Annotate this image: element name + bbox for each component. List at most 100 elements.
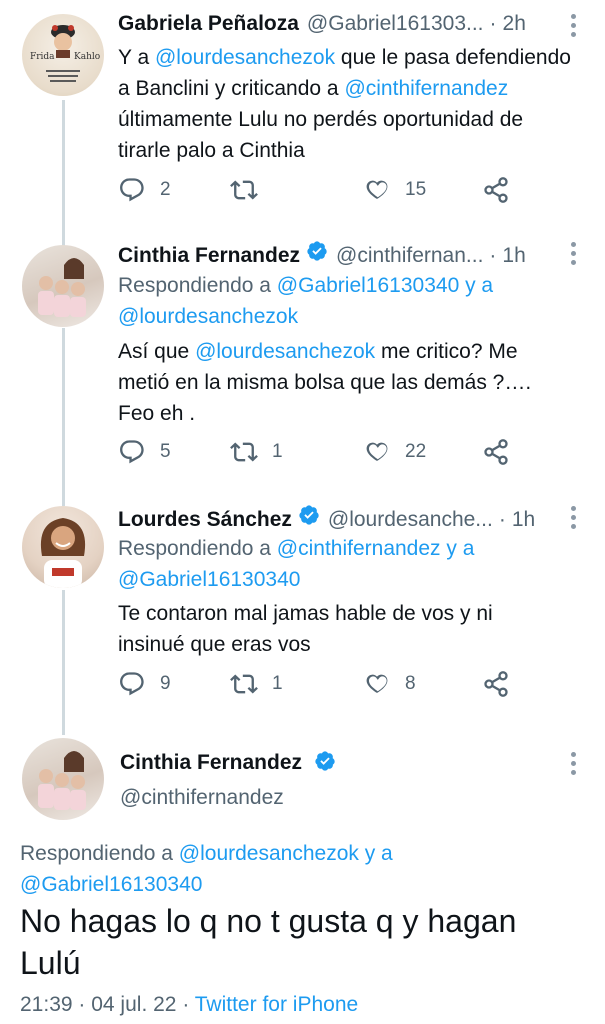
like-count: 8 <box>405 673 416 694</box>
author-name[interactable]: Cinthia Fernandez <box>118 244 300 268</box>
tweet-text: Y a @lourdesanchezok que le pasa defendi… <box>118 42 578 166</box>
retweet-button[interactable] <box>230 176 272 204</box>
separator-dot: · <box>498 508 506 531</box>
more-icon[interactable] <box>569 14 577 41</box>
reply-button[interactable]: 9 <box>118 670 171 698</box>
reply-count: 9 <box>160 673 171 694</box>
mention-link[interactable]: @lourdesanchezok <box>118 305 298 328</box>
reply-prefix: Respondiendo a <box>118 537 277 560</box>
replying-to: Respondiendo a @Gabriel16130340 y a @lour… <box>118 270 578 332</box>
mention-link[interactable]: @Gabriel16130340 <box>277 274 459 297</box>
mention-link[interactable]: @lourdesanchezok <box>195 340 375 363</box>
family-photo-icon <box>38 258 86 317</box>
tweet-header: Cinthia Fernandez @cinthifernan... · 1h <box>118 240 526 268</box>
retweet-icon <box>230 180 258 200</box>
tweet-time[interactable]: 2h <box>503 12 526 36</box>
replying-to: Respondiendo a @lourdesanchezok y a @Gabr… <box>20 838 580 900</box>
retweet-icon <box>230 442 258 462</box>
thread-line <box>62 590 65 735</box>
avatar-gabriela[interactable]: Frida Kahlo <box>22 14 104 96</box>
retweet-button[interactable]: 1 <box>230 438 283 466</box>
avatar-cinthia-main[interactable] <box>22 738 104 820</box>
share-button[interactable] <box>482 438 510 466</box>
reply-prefix: Respondiendo a <box>20 842 179 865</box>
reply-count: 5 <box>160 441 171 462</box>
share-icon <box>484 671 508 697</box>
more-icon[interactable] <box>569 242 577 269</box>
mention-link[interactable]: @cinthifernandez <box>344 77 508 100</box>
tweet-header: Lourdes Sánchez @lourdesanche... · 1h <box>118 504 535 532</box>
separator-dot: · <box>489 244 497 267</box>
thread-line <box>62 328 65 506</box>
retweet-icon <box>230 674 258 694</box>
tweet-text: Te contaron mal jamas hable de vos y ni … <box>118 602 493 656</box>
text-part: Así que <box>118 340 196 363</box>
thread-line <box>62 100 65 246</box>
tweet-header: Gabriela Peñaloza @Gabriel161303... · 2h <box>118 12 526 36</box>
mention-link[interactable]: @lourdesanchezok <box>179 842 359 865</box>
like-icon <box>366 180 388 199</box>
reply-icon <box>120 440 144 464</box>
tweet-meta: 21:39 · 04 jul. 22 · Twitter for iPhone <box>20 993 358 1017</box>
text-part: últimamente Lulu no perdés oportunidad d… <box>118 108 524 162</box>
tweet-source[interactable]: Twitter for iPhone <box>195 993 358 1016</box>
share-icon <box>484 439 508 465</box>
replying-to: Respondiendo a @cinthifernandez y a @Gabr… <box>118 533 578 595</box>
reply-count: 2 <box>160 179 171 200</box>
main-author-handle[interactable]: @cinthifernandez <box>120 786 284 810</box>
reply-icon <box>120 672 144 696</box>
text-part: Y a <box>118 46 155 69</box>
like-button[interactable]: 22 <box>363 438 426 466</box>
retweet-count: 1 <box>272 441 283 462</box>
more-icon[interactable] <box>569 752 577 779</box>
mention-link[interactable]: @lourdesanchezok <box>155 46 335 69</box>
avatar-label: Frida <box>30 52 55 62</box>
tweet-date[interactable]: 04 jul. 22 <box>91 993 176 1016</box>
main-author-name[interactable]: Cinthia Fernandez <box>120 750 336 775</box>
tweet-actions: 9 1 8 <box>118 670 558 706</box>
share-button[interactable] <box>482 176 510 204</box>
mention-link[interactable]: @Gabriel16130340 <box>118 568 300 591</box>
reply-join: y a <box>440 537 475 560</box>
mention-link[interactable]: @cinthifernandez <box>277 537 441 560</box>
author-handle[interactable]: @cinthifernan... <box>336 244 483 268</box>
family-photo-icon <box>38 751 86 810</box>
tweet-time[interactable]: 21:39 <box>20 993 73 1016</box>
main-tweet-text: No hagas lo q no t gusta q y hagan Lulú <box>20 903 517 981</box>
reply-icon <box>120 178 144 202</box>
like-count: 22 <box>405 441 427 462</box>
tweet-actions: 5 1 22 <box>118 438 558 474</box>
author-handle[interactable]: @Gabriel161303... <box>307 12 484 36</box>
verified-icon <box>299 505 319 525</box>
separator-dot: · <box>182 993 195 1016</box>
author-name[interactable]: Lourdes Sánchez <box>118 508 292 532</box>
avatar-label: Kahlo <box>74 52 101 62</box>
retweet-count: 1 <box>272 673 283 694</box>
share-icon <box>484 177 508 203</box>
author-name[interactable]: Cinthia Fernandez <box>120 751 302 774</box>
tweet-text: Así que @lourdesanchezok me critico? Me … <box>118 336 558 429</box>
like-icon <box>366 442 388 461</box>
portrait-photo-icon <box>40 518 86 588</box>
share-button[interactable] <box>482 670 510 698</box>
avatar-cinthia[interactable] <box>22 245 104 327</box>
separator-dot: · <box>489 12 497 35</box>
reply-button[interactable]: 2 <box>118 176 171 204</box>
avatar-lourdes[interactable] <box>22 506 104 588</box>
like-count: 15 <box>405 179 427 200</box>
reply-button[interactable]: 5 <box>118 438 171 466</box>
tweet-time[interactable]: 1h <box>512 508 535 532</box>
verified-icon <box>307 241 327 261</box>
tweet-time[interactable]: 1h <box>502 244 525 268</box>
reply-join: y a <box>459 274 494 297</box>
like-icon <box>366 674 388 693</box>
like-button[interactable]: 8 <box>363 670 416 698</box>
author-name[interactable]: Gabriela Peñaloza <box>118 12 299 36</box>
author-handle[interactable]: @lourdesanche... <box>328 508 493 532</box>
like-button[interactable]: 15 <box>363 176 426 204</box>
separator-dot: · <box>78 993 92 1016</box>
verified-icon <box>315 751 335 771</box>
more-icon[interactable] <box>569 506 577 533</box>
retweet-button[interactable]: 1 <box>230 670 283 698</box>
mention-link[interactable]: @Gabriel16130340 <box>20 873 202 896</box>
